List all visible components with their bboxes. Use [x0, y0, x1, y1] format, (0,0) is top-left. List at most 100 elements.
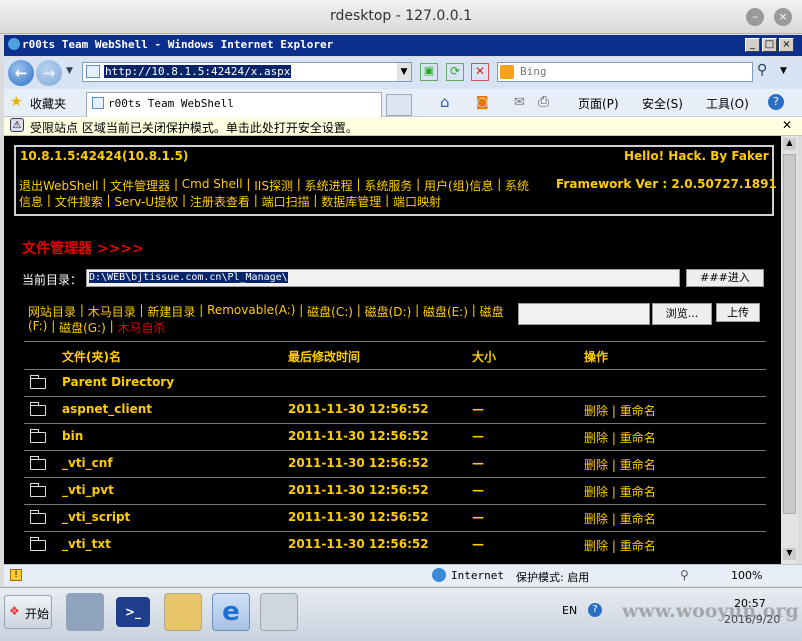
feeds-icon[interactable]: ◙	[476, 95, 489, 110]
nav-port-map[interactable]: 端口映射	[393, 193, 441, 210]
rename-link[interactable]: 重命名	[620, 431, 656, 445]
protected-mode-label[interactable]: 保护模式: 启用	[516, 569, 589, 585]
upload-file-input[interactable]	[518, 303, 650, 325]
parent-directory-link[interactable]: Parent Directory	[62, 375, 174, 389]
favorites-button[interactable]: 收藏夹	[30, 95, 66, 112]
folder-name-link[interactable]: _vti_script	[62, 510, 130, 524]
zoom-icon[interactable]: ⚲	[680, 568, 689, 582]
rename-link[interactable]: 重命名	[620, 512, 656, 526]
nav-file-search[interactable]: 文件搜索	[55, 193, 103, 210]
nav-iis-probe[interactable]: IIS探测	[254, 177, 293, 194]
link-drive-d[interactable]: 磁盘(D:)	[365, 303, 412, 320]
modified-date: 2011-11-30 12:56:52	[288, 456, 429, 470]
compat-view-icon[interactable]: ▣	[420, 63, 438, 81]
link-drive-c[interactable]: 磁盘(C:)	[307, 303, 353, 320]
delete-link[interactable]: 删除	[584, 431, 608, 445]
ie-minimize-button[interactable]: _	[745, 38, 760, 52]
rename-link[interactable]: 重命名	[620, 485, 656, 499]
rename-link[interactable]: 重命名	[620, 404, 656, 418]
delete-link[interactable]: 删除	[584, 404, 608, 418]
folder-name-link[interactable]: bin	[62, 429, 83, 443]
page-menu[interactable]: 页面(P)	[578, 95, 619, 112]
help-icon[interactable]: ?	[768, 94, 784, 110]
rename-link[interactable]: 重命名	[620, 458, 656, 472]
history-dropdown-icon[interactable]: ▼	[66, 66, 73, 76]
host-label: 10.8.1.5:42424(10.8.1.5)	[20, 149, 189, 163]
vertical-scrollbar[interactable]: ▲ ▼	[781, 136, 798, 564]
info-bar-close-icon[interactable]: ✕	[782, 118, 792, 132]
link-new-dir[interactable]: 新建目录	[147, 303, 195, 320]
table-divider	[24, 504, 766, 505]
link-self-destruct[interactable]: 木马自杀	[117, 319, 165, 336]
current-dir-value: D:\WEB\bjtissue.com.cn\Pl_Manage\	[89, 272, 288, 283]
nav-sysinfo-a[interactable]: 系统	[505, 177, 529, 194]
link-drive-g[interactable]: 磁盘(G:)	[59, 319, 106, 336]
upload-button[interactable]: 上传	[716, 303, 760, 322]
search-icon[interactable]: ⚲	[757, 62, 779, 82]
language-indicator[interactable]: EN	[562, 604, 577, 617]
safety-menu[interactable]: 安全(S)	[642, 95, 683, 112]
folder-name-link[interactable]: _vti_txt	[62, 537, 111, 551]
nav-cmd-shell[interactable]: Cmd Shell	[182, 177, 243, 194]
refresh-icon[interactable]: ⟳	[446, 63, 464, 81]
nav-processes[interactable]: 系统进程	[305, 177, 353, 194]
explorer-icon[interactable]	[164, 593, 202, 631]
modified-date: 2011-11-30 12:56:52	[288, 510, 429, 524]
table-divider	[24, 396, 766, 397]
ie-close-button[interactable]: ×	[779, 38, 794, 52]
home-icon[interactable]: ⌂	[440, 93, 450, 111]
delete-link[interactable]: 删除	[584, 485, 608, 499]
browse-button[interactable]: 浏览...	[652, 303, 712, 325]
server-manager-icon[interactable]	[66, 593, 104, 631]
delete-link[interactable]: 删除	[584, 458, 608, 472]
rename-link[interactable]: 重命名	[620, 539, 656, 553]
folder-icon	[30, 510, 46, 524]
folder-name-link[interactable]: _vti_pvt	[62, 483, 114, 497]
ie-maximize-button[interactable]: □	[762, 38, 777, 52]
enter-dir-button[interactable]: ###进入###	[686, 269, 764, 300]
tools-app-icon[interactable]	[260, 593, 298, 631]
nav-registry[interactable]: 注册表查看	[190, 193, 250, 210]
address-dropdown-icon[interactable]: ▼	[397, 63, 411, 81]
link-site-dir[interactable]: 网站目录	[28, 303, 76, 320]
link-trojan-dir[interactable]: 木马目录	[88, 303, 136, 320]
nav-logout[interactable]: 退出WebShell	[19, 177, 98, 194]
link-drive-f-a[interactable]: 磁盘	[480, 303, 504, 320]
print-icon[interactable]: ⎙	[538, 94, 549, 110]
link-drive-e[interactable]: 磁盘(E:)	[423, 303, 468, 320]
address-url[interactable]: http://10.8.1.5:42424/x.aspx	[104, 65, 292, 78]
folder-icon	[30, 456, 46, 470]
tools-menu[interactable]: 工具(O)	[706, 95, 749, 112]
minimize-icon[interactable]: –	[746, 8, 764, 26]
delete-link[interactable]: 删除	[584, 512, 608, 526]
tab-title: r00ts Team WebShell	[108, 97, 234, 110]
mail-icon[interactable]: ✉	[514, 95, 525, 110]
nav-port-scan[interactable]: 端口扫描	[262, 193, 310, 210]
internet-explorer-icon[interactable]: e	[212, 593, 250, 631]
nav-users[interactable]: 用户(组)信息	[424, 177, 493, 194]
delete-link[interactable]: 删除	[584, 539, 608, 553]
nav-servu[interactable]: Serv-U提权	[114, 193, 178, 210]
nav-file-manager[interactable]: 文件管理器	[110, 177, 170, 194]
zoom-level[interactable]: 100%	[731, 569, 762, 582]
nav-database[interactable]: 数据库管理	[321, 193, 381, 210]
new-tab-button[interactable]	[386, 94, 412, 116]
nav-sysinfo-b[interactable]: 信息	[19, 193, 43, 210]
link-drive-a[interactable]: Removable(A:)	[207, 303, 295, 320]
search-options-icon[interactable]: ▼	[780, 66, 787, 76]
close-icon[interactable]: ×	[774, 8, 792, 26]
info-bar-text[interactable]: 受限站点 区域当前已关闭保护模式。单击此处打开安全设置。	[30, 119, 358, 136]
current-dir-input[interactable]: D:\WEB\bjtissue.com.cn\Pl_Manage\	[86, 269, 680, 287]
star-icon[interactable]: ★	[10, 94, 23, 110]
back-button[interactable]: ←	[8, 60, 34, 86]
folder-name-link[interactable]: _vti_cnf	[62, 456, 113, 470]
link-drive-f-b[interactable]: (F:)	[28, 319, 47, 336]
help-tray-icon[interactable]: ?	[588, 603, 602, 617]
powershell-icon[interactable]: >_	[116, 597, 150, 627]
table-divider	[24, 369, 766, 370]
stop-icon[interactable]: ✕	[471, 63, 489, 81]
folder-name-link[interactable]: aspnet_client	[62, 402, 152, 416]
start-button[interactable]: ❖ 开始	[4, 595, 52, 629]
nav-services[interactable]: 系统服务	[364, 177, 412, 194]
forward-button[interactable]: →	[36, 60, 62, 86]
